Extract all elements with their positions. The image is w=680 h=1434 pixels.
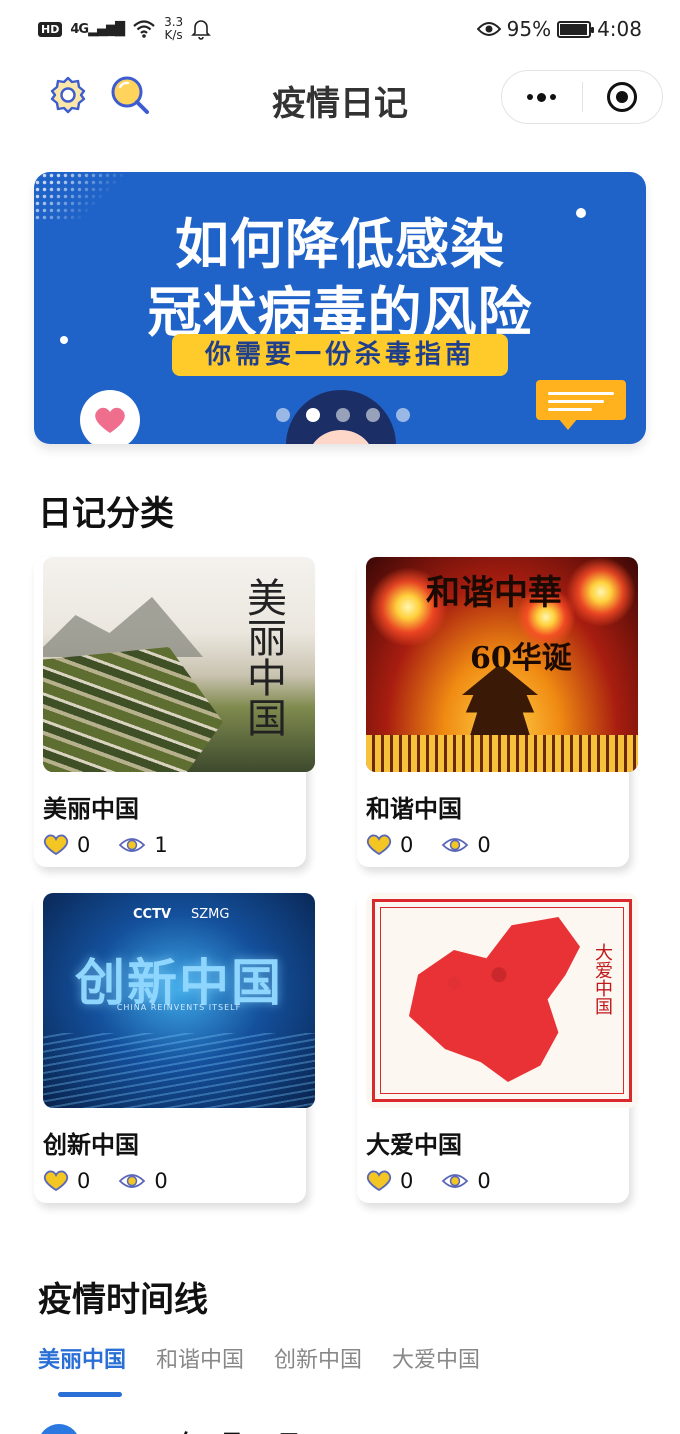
notification-bell-icon [191, 20, 212, 40]
category-name: 美丽中国 [43, 795, 139, 823]
timeline-title: 疫情时间线 [38, 1280, 208, 1320]
carousel-indicators [34, 408, 646, 422]
clock: 4:08 [597, 17, 642, 41]
timeline-tabs: 美丽中国 和谐中国 创新中国 大爱中国 [38, 1342, 480, 1374]
timeline-dot [38, 1424, 80, 1434]
battery-icon [557, 20, 595, 38]
wifi-icon [133, 20, 155, 38]
categories-title: 日记分类 [38, 494, 174, 534]
banner-subtitle: 你需要一份杀毒指南 [172, 334, 508, 376]
miniprogram-capsule [501, 70, 663, 124]
image-calligraphy: 和谐中華 [426, 573, 562, 613]
category-image: 美丽中国 [43, 557, 315, 772]
view-stat: 0 [441, 833, 491, 857]
view-stat: 0 [118, 1169, 168, 1193]
image-calligraphy: 大爱中国 [592, 943, 613, 1015]
carousel-indicator-1[interactable] [276, 408, 290, 422]
category-image: CCTV SZMG 创新中国 CHINA REINVENTS ITSELF [43, 893, 315, 1108]
category-card-harmonious-china[interactable]: 和谐中華 60华诞 和谐中国 0 0 [357, 557, 638, 867]
tab-loving-china[interactable]: 大爱中国 [392, 1342, 480, 1374]
view-eye-icon [442, 1174, 469, 1188]
close-miniprogram-icon [607, 82, 638, 112]
view-stat: 0 [441, 1169, 491, 1193]
like-heart-icon [43, 834, 69, 856]
speed-unit: K/s [164, 28, 183, 42]
image-calligraphy: 美丽中国 [240, 577, 286, 737]
view-eye-icon [119, 1174, 146, 1188]
tab-harmonious-china[interactable]: 和谐中国 [156, 1342, 244, 1374]
view-count: 0 [477, 833, 491, 857]
close-miniprogram-button[interactable] [583, 71, 663, 123]
view-eye-icon [119, 838, 146, 852]
status-bar: HD 4G▂▄▆█ 3.3 K/s 95% 4:08 [0, 0, 680, 58]
network-type: 4G [70, 21, 89, 37]
hd-badge: HD [38, 21, 63, 37]
view-count: 1 [154, 833, 168, 857]
battery-level [560, 23, 587, 35]
more-button[interactable] [502, 71, 582, 123]
carousel-indicator-5[interactable] [396, 408, 410, 422]
battery-percent: 95% [506, 17, 552, 41]
banner-carousel[interactable]: 如何降低感染 冠状病毒的风险 你需要一份杀毒指南 [34, 172, 646, 444]
view-count: 0 [154, 1169, 168, 1193]
category-name: 和谐中国 [366, 795, 462, 823]
category-name: 大爱中国 [366, 1131, 462, 1159]
carousel-indicator-2[interactable] [306, 408, 320, 422]
category-image: 大爱中国 [366, 893, 638, 1108]
category-card-beautiful-china[interactable]: 美丽中国 美丽中国 0 1 [34, 557, 315, 867]
like-count: 0 [400, 1169, 414, 1193]
network-speed: 3.3 K/s [164, 16, 183, 42]
more-icon [527, 92, 557, 102]
like-heart-icon [366, 834, 392, 856]
like-heart-icon [366, 1170, 392, 1192]
view-eye-icon [442, 838, 469, 852]
like-stat[interactable]: 0 [366, 1169, 413, 1193]
signal-icon: 4G▂▄▆█ [70, 21, 125, 37]
carousel-indicator-3[interactable] [336, 408, 350, 422]
like-count: 0 [77, 1169, 91, 1193]
image-logo-szmg: SZMG [191, 907, 230, 922]
active-tab-indicator [58, 1392, 122, 1397]
like-stat[interactable]: 0 [43, 1169, 90, 1193]
carousel-indicator-4[interactable] [366, 408, 380, 422]
view-stat: 1 [118, 833, 168, 857]
like-stat[interactable]: 0 [366, 833, 413, 857]
like-count: 0 [400, 833, 414, 857]
image-calligraphy-2: 60华诞 [470, 641, 572, 676]
nav-bar: 疫情日记 [0, 62, 680, 134]
category-name: 创新中国 [43, 1131, 139, 1159]
like-heart-icon [43, 1170, 69, 1192]
eye-comfort-icon [476, 22, 501, 36]
timeline-entry-date[interactable]: 2020年1月23日 [112, 1424, 301, 1434]
image-subheadline: CHINA REINVENTS ITSELF [116, 1003, 242, 1012]
category-image: 和谐中華 60华诞 [366, 557, 638, 772]
category-card-loving-china[interactable]: 大爱中国 大爱中国 0 0 [357, 893, 638, 1203]
like-count: 0 [77, 833, 91, 857]
view-count: 0 [477, 1169, 491, 1193]
like-stat[interactable]: 0 [43, 833, 90, 857]
image-logo-cctv: CCTV [133, 907, 172, 922]
tab-innovative-china[interactable]: 创新中国 [274, 1342, 362, 1374]
tab-beautiful-china[interactable]: 美丽中国 [38, 1342, 126, 1374]
category-card-innovative-china[interactable]: CCTV SZMG 创新中国 CHINA REINVENTS ITSELF 创新… [34, 893, 315, 1203]
